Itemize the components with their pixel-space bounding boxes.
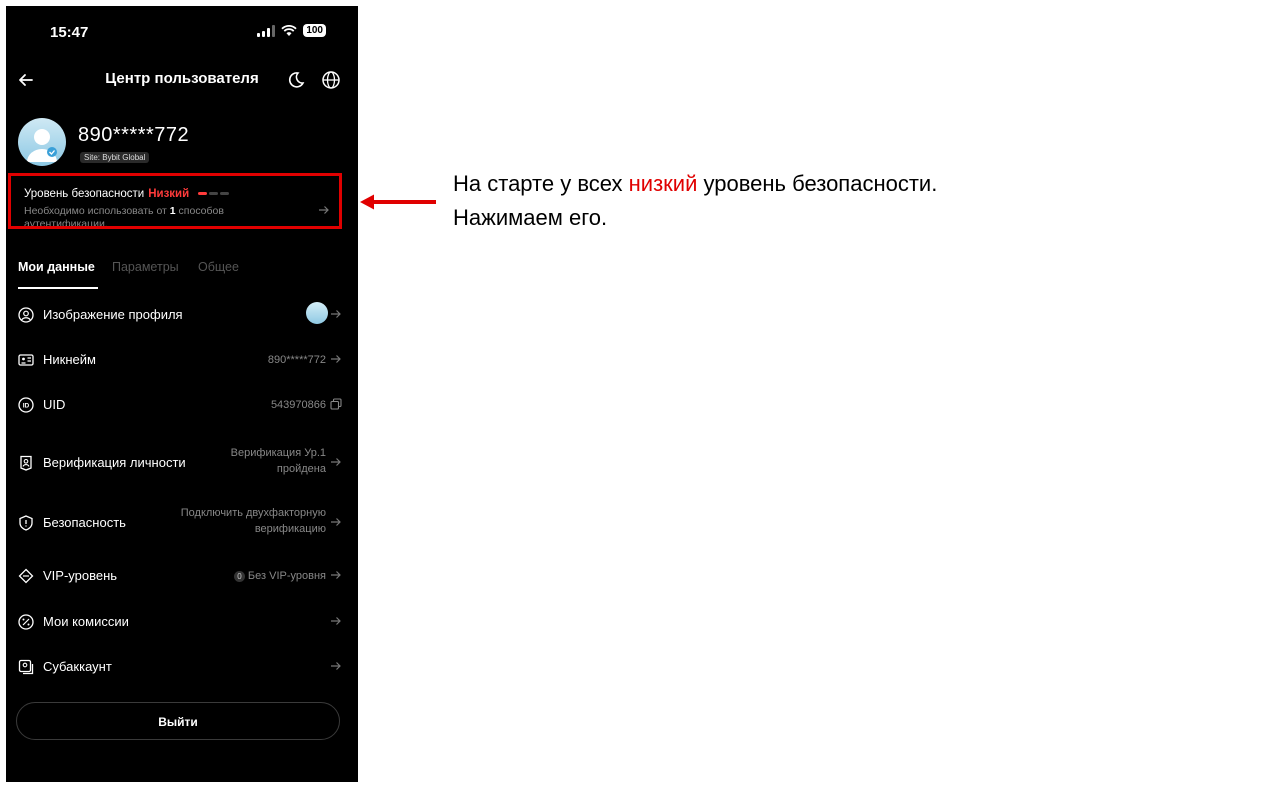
tab-general[interactable]: Общее — [198, 260, 239, 274]
tab-bar: Мои данные Параметры Общее — [18, 260, 348, 290]
security-highlight-frame — [8, 173, 342, 229]
vip-value: Без VIP-уровня — [247, 570, 326, 582]
copy-icon[interactable] — [330, 398, 342, 410]
row-subaccount[interactable]: Субаккаунт — [18, 647, 342, 687]
row-uid[interactable]: ID UID 543970866 — [18, 385, 342, 425]
row-vip-level[interactable]: VIP-уровень 0 Без VIP-уровня — [18, 556, 342, 596]
account-phone: 890*****772 — [78, 124, 190, 146]
row-value-line1: Верификация Ур.1 — [230, 447, 326, 459]
row-label: VIP-уровень — [43, 568, 118, 583]
avatar[interactable] — [18, 118, 66, 166]
row-label: Верификация личности — [43, 455, 186, 470]
arrow-right-icon — [331, 571, 341, 579]
row-label: Изображение профиля — [43, 307, 183, 322]
subaccount-icon — [18, 659, 34, 675]
row-my-commissions[interactable]: Мои комиссии — [18, 602, 342, 642]
arrow-right-icon — [331, 662, 341, 670]
id-badge-icon: ID — [18, 397, 34, 413]
percent-icon — [18, 614, 34, 630]
annotation-arrow-icon — [360, 194, 436, 210]
row-value-line1: Подключить двухфакторную — [180, 507, 326, 519]
annotation-part2: уровень безопасности. — [697, 171, 938, 196]
row-identity-verification[interactable]: Верификация личности Верификация Ур.1 пр… — [18, 443, 342, 483]
row-label: Безопасность — [43, 515, 126, 530]
row-value: Подключить двухфакторную верификацию — [181, 505, 326, 537]
id-card-icon — [18, 354, 34, 366]
site-badge: Site: Bybit Global — [80, 152, 150, 163]
row-label: Никнейм — [43, 352, 96, 367]
arrow-right-icon — [331, 518, 341, 526]
avatar-person-icon — [27, 129, 57, 162]
wifi-icon — [281, 24, 297, 36]
diamond-icon — [18, 568, 34, 584]
status-icons: 100 — [257, 24, 326, 37]
arrow-right-icon — [331, 458, 341, 466]
battery-icon: 100 — [303, 24, 326, 37]
tab-active-underline — [18, 287, 98, 289]
row-nickname[interactable]: Никнейм 890*****772 — [18, 340, 342, 380]
svg-text:ID: ID — [23, 403, 30, 410]
header: Центр пользователя — [6, 62, 358, 98]
annotation-text: На старте у всех низкий уровень безопасн… — [453, 167, 937, 235]
row-value: 890*****772 — [267, 354, 326, 366]
profile-summary: 890*****772 Site: Bybit Global — [18, 116, 348, 172]
row-value-line2: верификацию — [254, 523, 326, 535]
globe-icon[interactable] — [321, 70, 341, 90]
status-time: 15:47 — [50, 24, 89, 41]
annotation-part1: На старте у всех — [453, 171, 629, 196]
row-profile-image[interactable]: Изображение профиля — [18, 295, 342, 335]
annotation-highlight: низкий — [628, 171, 698, 196]
mini-avatar — [306, 302, 328, 324]
row-label: UID — [43, 397, 66, 412]
row-value: 0 Без VIP-уровня — [233, 568, 326, 584]
row-value: Верификация Ур.1 пройдена — [231, 445, 326, 477]
shield-icon — [19, 515, 33, 531]
moon-icon[interactable] — [286, 70, 306, 90]
tab-my-data[interactable]: Мои данные — [18, 260, 95, 274]
arrow-right-icon — [331, 617, 341, 625]
person-circle-icon — [18, 307, 34, 323]
row-security[interactable]: Безопасность Подключить двухфакторную ве… — [18, 503, 342, 543]
arrow-right-icon — [331, 355, 341, 363]
signal-icon — [257, 24, 276, 37]
row-label: Мои комиссии — [43, 614, 129, 629]
status-bar: 15:47 100 — [6, 6, 358, 56]
phone-screen: 15:47 100 Центр пользователя 890*****772… — [6, 6, 358, 782]
logout-button[interactable]: Выйти — [16, 702, 340, 740]
arrow-right-icon — [331, 310, 341, 318]
annotation-line2: Нажимаем его. — [453, 205, 608, 230]
row-value: 543970866 — [270, 399, 326, 411]
row-label: Субаккаунт — [43, 659, 112, 674]
row-value-line2: пройдена — [276, 463, 326, 475]
annotation-line1: На старте у всех низкий уровень безопасн… — [453, 167, 937, 201]
vip-badge: 0 — [233, 571, 245, 582]
identity-shield-icon — [20, 455, 32, 471]
tab-parameters[interactable]: Параметры — [112, 260, 179, 274]
